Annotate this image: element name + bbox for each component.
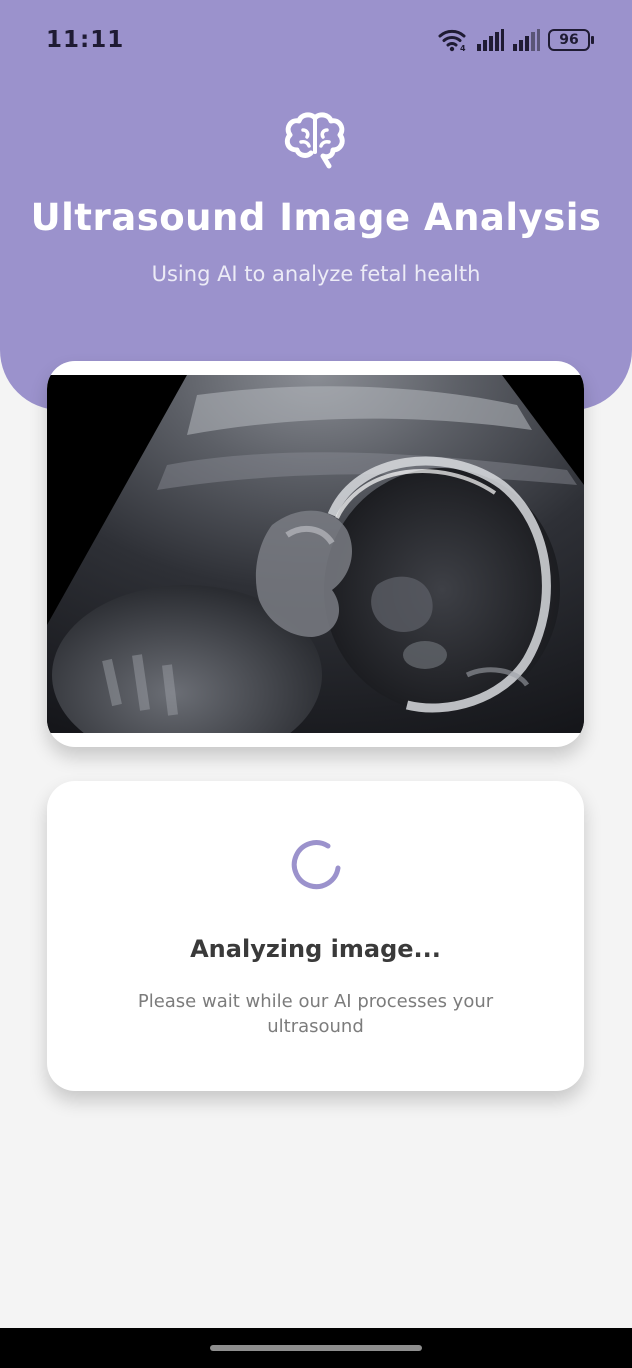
signal-icon xyxy=(477,29,504,51)
brain-icon xyxy=(284,112,345,169)
wifi-icon: 4 xyxy=(438,29,466,52)
home-indicator[interactable] xyxy=(210,1345,422,1351)
svg-text:4: 4 xyxy=(460,44,466,52)
page-title: Ultrasound Image Analysis xyxy=(30,196,602,239)
app-screen: 11:11 4 96 Ultrasound Image Analysis Usi… xyxy=(0,0,632,1368)
analysis-status-card: Analyzing image... Please wait while our… xyxy=(47,781,584,1091)
status-icons: 4 96 xyxy=(438,26,594,54)
status-time: 11:11 xyxy=(46,27,125,53)
status-bar: 11:11 4 96 xyxy=(0,0,632,80)
header-banner: 11:11 4 96 Ultrasound Image Analysis Usi… xyxy=(0,0,632,410)
battery-icon: 96 xyxy=(548,29,594,51)
page-subtitle: Using AI to analyze fetal health xyxy=(151,262,481,286)
analyzing-description: Please wait while our AI processes your … xyxy=(137,991,494,1037)
signal-icon xyxy=(513,29,540,51)
ultrasound-image xyxy=(47,375,584,733)
system-navigation-bar xyxy=(0,1328,632,1368)
loading-spinner-icon xyxy=(291,840,341,890)
battery-level: 96 xyxy=(559,32,579,48)
ultrasound-image-card xyxy=(47,361,584,747)
analyzing-title: Analyzing image... xyxy=(190,935,441,963)
